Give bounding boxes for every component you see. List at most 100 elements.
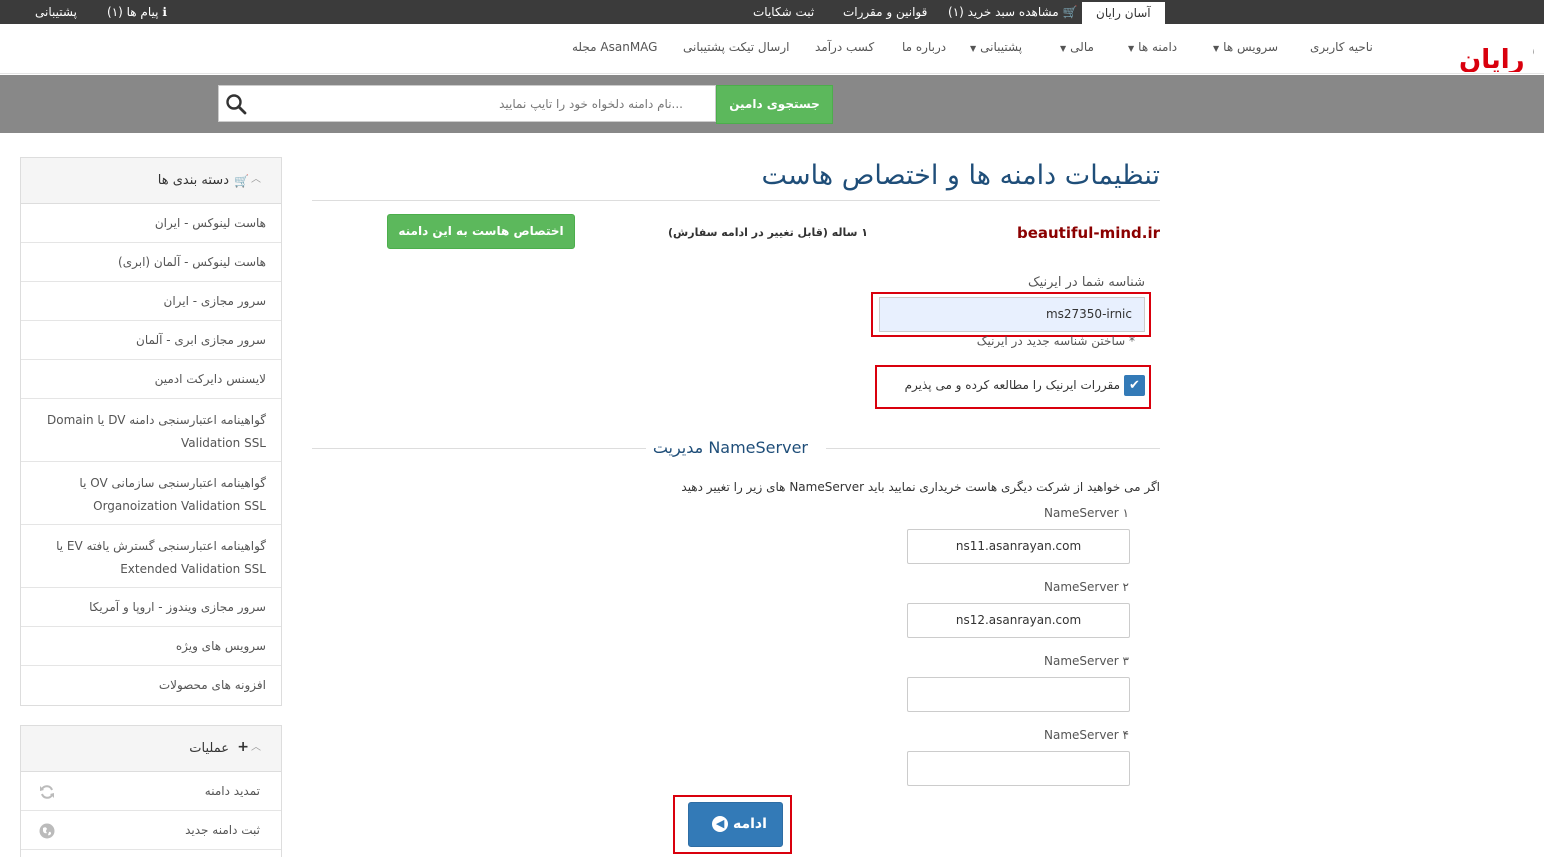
check-icon: ✔ [1129, 378, 1140, 393]
category-label: سرور مجازی - ایران [163, 294, 267, 308]
legend-divider [826, 448, 1160, 449]
actions-panel: عملیات + ︿ تمدید دامنه ثبت دامنه جدید [20, 725, 282, 857]
category-item[interactable]: افزونه های محصولات [21, 666, 281, 705]
cart-label: مشاهده سبد خرید (۱) [948, 5, 1059, 19]
nav-domains-label: دامنه ها [1138, 40, 1178, 54]
irnic-input[interactable]: ms27350-irnic [879, 297, 1145, 332]
category-label: لایسنس دایرکت ادمین [154, 372, 266, 386]
cart-link[interactable]: مشاهده سبد خرید (۱) 🛒 [948, 0, 1077, 24]
agree-checkbox[interactable]: ✔ [1124, 375, 1145, 396]
nameserver-help: اگر می خواهید از شرکت دیگری هاست خریداری… [681, 480, 1160, 494]
legend-divider [312, 448, 646, 449]
category-item[interactable]: سرویس های ویژه [21, 627, 281, 666]
nav-support-label: پشتیبانی [980, 40, 1023, 54]
support-link[interactable]: پشتیبانی [35, 0, 77, 24]
chevron-up-icon[interactable]: ︿ [251, 738, 261, 753]
action-label: تمدید دامنه [204, 784, 260, 798]
svg-text:رایان: رایان [1459, 45, 1525, 72]
chevron-down-icon: ▼ [970, 44, 977, 53]
complaints-link[interactable]: ثبت شکایات [753, 0, 814, 24]
nameserver-2-input[interactable]: ns12.asanrayan.com [907, 603, 1130, 638]
page-title: تنظیمات دامنه ها و اختصاص هاست [761, 160, 1160, 191]
category-label: افزونه های محصولات [158, 678, 266, 692]
actions-title: عملیات [189, 741, 229, 756]
cart-icon: 🛒 [1062, 5, 1078, 19]
continue-button[interactable]: ادامه ◀ [688, 802, 783, 847]
category-item[interactable]: هاست لینوکس - آلمان (ابری) [21, 243, 281, 282]
category-label: گواهینامه اعتبارسنجی دامنه DV یا Domain … [46, 413, 266, 450]
tab-asanrayan[interactable]: آسان رایان [1082, 2, 1165, 24]
domain-search-box [218, 85, 716, 122]
assign-host-button[interactable]: اختصاص هاست به این دامنه [387, 214, 575, 249]
domain-search-band: جستجوی دامین [0, 75, 1544, 133]
nav-user-area[interactable]: ناحیه کاربری [1310, 40, 1373, 54]
domain-search-input[interactable] [255, 86, 711, 121]
logo-image: آسان رایان [1459, 29, 1544, 75]
nav-send-ticket[interactable]: ارسال تیکت پشتیبانی [683, 40, 789, 54]
nav-earn[interactable]: کسب درآمد [815, 40, 874, 54]
category-item[interactable]: گواهینامه اعتبارسنجی دامنه DV یا Domain … [21, 399, 281, 462]
cart-icon: 🛒 [234, 174, 249, 188]
category-item[interactable]: سرور مجازی ویندوز - اروپا و آمریکا [21, 588, 281, 627]
chevron-up-icon[interactable]: ︿ [251, 170, 261, 185]
category-label: سرور مجازی ویندوز - اروپا و آمریکا [89, 600, 266, 614]
category-label: گواهینامه اعتبارسنجی سازمانی OV یا Organ… [79, 476, 266, 513]
action-renew-domain[interactable]: تمدید دامنه [21, 772, 281, 811]
categories-title: دسته بندی ها [157, 173, 229, 188]
rules-link[interactable]: قوانین و مقررات [843, 0, 927, 24]
info-icon: ℹ [162, 5, 167, 19]
messages-link[interactable]: پیام ها (۱) ℹ [107, 0, 167, 24]
irnic-label: شناسه شما در ایرنیک [1027, 275, 1145, 290]
arrow-left-icon: ◀ [712, 816, 729, 832]
categories-panel: دسته بندی ها 🛒 ︿ هاست لینوکس - ایران هاس… [20, 157, 282, 706]
nameserver-legend: مدیریت NameServer [652, 438, 808, 457]
category-label: هاست لینوکس - ایران [154, 216, 266, 230]
category-item[interactable]: لایسنس دایرکت ادمین [21, 360, 281, 399]
nav-services-label: سرویس ها [1223, 40, 1279, 54]
categories-header[interactable]: دسته بندی ها 🛒 ︿ [21, 158, 281, 204]
nameserver-1-input[interactable]: ns11.asanrayan.com [907, 529, 1130, 564]
domain-search-button[interactable]: جستجوی دامین [716, 85, 833, 124]
messages-label: پیام ها (۱) [107, 5, 159, 19]
chevron-down-icon: ▼ [1213, 44, 1220, 53]
continue-label: ادامه [732, 816, 767, 832]
nav-finance[interactable]: ▼ مالی [1060, 40, 1094, 54]
nameserver-label: NameServer ۱ [1043, 506, 1129, 520]
nav-services[interactable]: ▼ سرویس ها [1213, 40, 1278, 54]
nav-support[interactable]: ▼ پشتیبانی [970, 40, 1022, 54]
nameserver-label: NameServer ۴ [1043, 728, 1129, 742]
title-divider [312, 200, 1160, 201]
nameserver-4-input[interactable] [907, 751, 1130, 786]
domain-name: beautiful-mind.ir [1016, 224, 1160, 242]
action-label: ثبت دامنه جدید [185, 823, 260, 837]
nav-finance-label: مالی [1070, 40, 1094, 54]
action-register-domain[interactable]: ثبت دامنه جدید [21, 811, 281, 850]
refresh-icon [39, 784, 55, 800]
nameserver-label: NameServer ۲ [1043, 580, 1129, 594]
actions-header[interactable]: عملیات + ︿ [21, 726, 281, 772]
irnic-new-link[interactable]: * ساختن شناسه جدید در ایرنیک [977, 334, 1135, 348]
chevron-down-icon: ▼ [1128, 44, 1135, 53]
category-label: هاست لینوکس - آلمان (ابری) [118, 255, 266, 269]
nav-about[interactable]: درباره ما [902, 40, 946, 54]
agree-label: مقررات ایرنیک را مطالعه کرده و می پذیرم [904, 378, 1120, 392]
category-item[interactable]: سرور مجازی - ایران [21, 282, 281, 321]
nav-domains[interactable]: ▼ دامنه ها [1128, 40, 1177, 54]
category-label: گواهینامه اعتبارسنجی گسترش یافته EV یا E… [56, 539, 266, 576]
top-bar: آسان رایان مشاهده سبد خرید (۱) 🛒 قوانین … [0, 0, 1544, 24]
category-item[interactable]: هاست لینوکس - ایران [21, 204, 281, 243]
nameserver-label: NameServer ۳ [1043, 654, 1129, 668]
category-item[interactable]: سرور مجازی ابری - آلمان [21, 321, 281, 360]
category-label: سرویس های ویژه [175, 639, 266, 653]
nav-magazine[interactable]: مجله AsanMAG [572, 40, 657, 54]
search-icon[interactable] [225, 93, 247, 115]
category-item[interactable]: گواهینامه اعتبارسنجی گسترش یافته EV یا E… [21, 525, 281, 588]
main-nav: آسان رایان ناحیه کاربری ▼سرویس ها ▼دامنه… [0, 24, 1544, 75]
globe-icon [39, 823, 55, 839]
chevron-down-icon: ▼ [1060, 44, 1067, 53]
nameserver-3-input[interactable] [907, 677, 1130, 712]
category-item[interactable]: گواهینامه اعتبارسنجی سازمانی OV یا Organ… [21, 462, 281, 525]
site-logo[interactable]: آسان رایان [1384, 28, 1544, 75]
registration-period: ۱ ساله (قابل تغییر در ادامه سفارش) [668, 226, 868, 239]
svg-text:آسان: آسان [1532, 29, 1534, 61]
